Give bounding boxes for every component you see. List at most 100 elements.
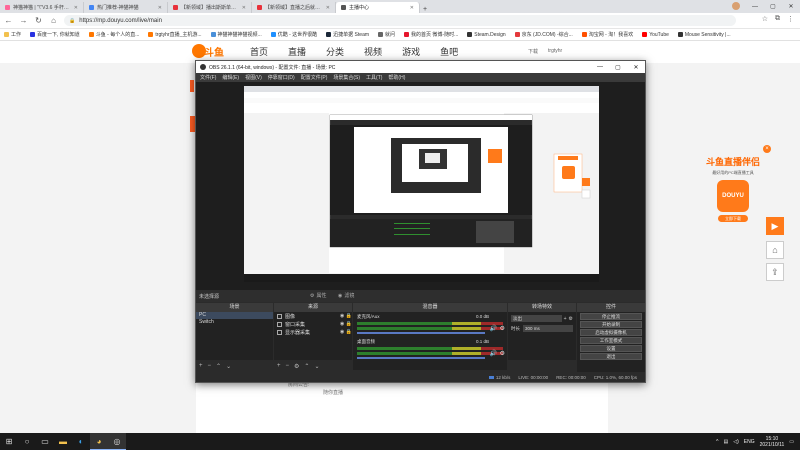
move-down-icon[interactable]: ⌄: [314, 363, 319, 370]
speaker-icon[interactable]: 🔊: [490, 325, 497, 332]
move-up-icon[interactable]: ⌃: [216, 363, 221, 370]
home-icon[interactable]: ⌂: [766, 241, 784, 259]
close-tab-icon[interactable]: ✕: [74, 5, 78, 11]
bookmark-item[interactable]: trgtyhr直播_主机游...: [148, 31, 202, 38]
scene-item[interactable]: Switch: [196, 319, 273, 326]
close-tab-icon[interactable]: ✕: [242, 5, 246, 11]
menu-tools[interactable]: 工具(T): [366, 74, 382, 81]
bookmark-item[interactable]: 迅捷单据 Steam: [326, 31, 369, 38]
star-icon[interactable]: ☆: [762, 15, 768, 23]
menu-edit[interactable]: 编辑(E): [222, 74, 239, 81]
chrome-icon[interactable]: ◕: [90, 433, 108, 450]
move-up-icon[interactable]: ⌃: [304, 363, 309, 370]
bookmark-item[interactable]: 斗鱼 - 每个人的直...: [88, 31, 139, 38]
network-icon[interactable]: ▤: [724, 439, 729, 445]
obs-titlebar[interactable]: OBS 26.1.1 (64-bit, windows) - 配置文件: 直播 …: [196, 61, 645, 73]
close-tab-icon[interactable]: ✕: [326, 5, 330, 11]
nav-fishbar[interactable]: 鱼吧: [440, 45, 458, 58]
browser-tab[interactable]: 【新领域】播出斯斯单中国-Gro ✕: [168, 2, 252, 13]
bookmark-item[interactable]: 淘宝网 - 淘！我喜欢: [581, 31, 633, 38]
browser-tab[interactable]: 神猫神猫 | ''\"V3.6 手杆→bilib ✕: [0, 2, 84, 13]
speaker-icon[interactable]: 🔊: [490, 350, 497, 357]
properties-button[interactable]: ⚙ 属性: [310, 292, 327, 300]
close-tab-icon[interactable]: ✕: [410, 5, 414, 11]
menu-docks[interactable]: 停靠窗口(D): [268, 74, 295, 81]
edge-icon[interactable]: ◐: [72, 433, 90, 450]
browser-tab[interactable]: 【新领域】直播之后就有分播出 ✕: [252, 2, 336, 13]
bookmark-item[interactable]: 我的首页 微博-随时...: [404, 31, 458, 38]
scene-item[interactable]: PC: [196, 312, 273, 319]
browser-tab-active[interactable]: 主播中心 ✕: [336, 2, 420, 13]
bookmark-item[interactable]: 神猫神猫神猫视频...: [210, 31, 262, 38]
menu-view[interactable]: 视图(V): [245, 74, 262, 81]
minimize-icon[interactable]: —: [591, 61, 609, 73]
windows-start-icon[interactable]: ⊞: [0, 433, 18, 450]
clock[interactable]: 15:10 2021/10/11: [760, 436, 785, 448]
forward-icon[interactable]: →: [19, 16, 28, 25]
visibility-icon[interactable]: ◉ 🔒: [340, 313, 352, 319]
studio-mode-button[interactable]: 工作室模式: [580, 337, 642, 344]
close-tab-icon[interactable]: ✕: [158, 5, 162, 11]
transition-select[interactable]: 淡出: [511, 315, 562, 322]
close-icon[interactable]: ×: [763, 145, 771, 153]
volume-icon[interactable]: ◁): [733, 439, 739, 445]
add-icon[interactable]: +: [564, 316, 567, 322]
bookmark-item[interactable]: YouTube: [642, 32, 669, 38]
source-item[interactable]: 窗口采集 ◉ 🔒: [274, 320, 352, 328]
nav-video[interactable]: 视频: [364, 45, 382, 58]
bookmark-item[interactable]: 京东 (JD.COM) -综合...: [514, 31, 573, 38]
play-icon[interactable]: ▶: [766, 217, 784, 235]
nav-home[interactable]: 首页: [250, 45, 268, 58]
maximize-icon[interactable]: ▢: [609, 61, 627, 73]
bookmark-item[interactable]: Mouse Sensitivity |...: [677, 32, 731, 38]
obs-preview-canvas[interactable]: [244, 86, 599, 282]
language-indicator[interactable]: ENG: [744, 439, 755, 445]
menu-scene-collection[interactable]: 场景集合(S): [333, 74, 360, 81]
tray-expand-icon[interactable]: ^: [716, 439, 718, 445]
visibility-icon[interactable]: ◉ 🔒: [340, 329, 352, 335]
username-link[interactable]: trgtyhr: [548, 48, 562, 55]
gear-icon[interactable]: ⚙: [500, 350, 505, 357]
stop-streaming-button[interactable]: 停止推流: [580, 313, 642, 320]
volume-slider[interactable]: [357, 357, 486, 359]
exit-button[interactable]: 退出: [580, 353, 642, 360]
nav-games[interactable]: 游戏: [402, 45, 420, 58]
bookmark-item[interactable]: 工作: [4, 31, 21, 38]
notification-icon[interactable]: ▭: [789, 439, 794, 445]
task-view-icon[interactable]: ▭: [36, 433, 54, 450]
source-item[interactable]: 显示器采集 ◉ 🔒: [274, 328, 352, 336]
gear-icon[interactable]: ⚙: [294, 363, 299, 370]
close-icon[interactable]: ✕: [782, 0, 800, 13]
source-item[interactable]: 图像 ◉ 🔒: [274, 312, 352, 320]
browser-tab[interactable]: 热门推荐-神猫神猫 ✕: [84, 2, 168, 13]
new-tab-icon[interactable]: +: [420, 6, 430, 13]
duration-input[interactable]: 300 ms: [523, 325, 573, 332]
filters-button[interactable]: ◉ 滤镜: [338, 292, 354, 300]
add-icon[interactable]: +: [199, 363, 203, 370]
bookmark-item[interactable]: Steam.Design: [467, 32, 506, 38]
gear-icon[interactable]: ⚙: [569, 316, 573, 322]
download-link[interactable]: 下载: [528, 48, 538, 55]
virtual-camera-button[interactable]: 启动虚拟摄像机: [580, 329, 642, 336]
profile-avatar[interactable]: [732, 2, 740, 10]
douyu-logo[interactable]: 斗鱼: [192, 43, 232, 60]
extensions-icon[interactable]: ⧉: [775, 15, 780, 23]
bookmark-item[interactable]: 就问: [378, 31, 395, 38]
nav-live[interactable]: 直播: [288, 45, 306, 58]
remove-icon[interactable]: −: [208, 363, 212, 370]
move-down-icon[interactable]: ⌄: [226, 363, 231, 370]
download-button[interactable]: 立即下载: [718, 215, 748, 222]
companion-app-promo[interactable]: 斗鱼直播伴侣 最好用的PC端直播工具 DOUYU 立即下载: [700, 155, 766, 237]
nav-category[interactable]: 分类: [326, 45, 344, 58]
menu-profile[interactable]: 配置文件(P): [301, 74, 328, 81]
maximize-icon[interactable]: ▢: [764, 0, 782, 13]
remove-icon[interactable]: −: [286, 363, 290, 370]
search-icon[interactable]: ○: [18, 433, 36, 450]
home-icon[interactable]: ⌂: [49, 16, 58, 25]
settings-button[interactable]: 设置: [580, 345, 642, 352]
minimize-icon[interactable]: —: [746, 0, 764, 13]
reload-icon[interactable]: ↻: [34, 16, 43, 25]
add-icon[interactable]: +: [277, 363, 281, 370]
start-recording-button[interactable]: 开始录制: [580, 321, 642, 328]
volume-slider[interactable]: [357, 332, 486, 334]
